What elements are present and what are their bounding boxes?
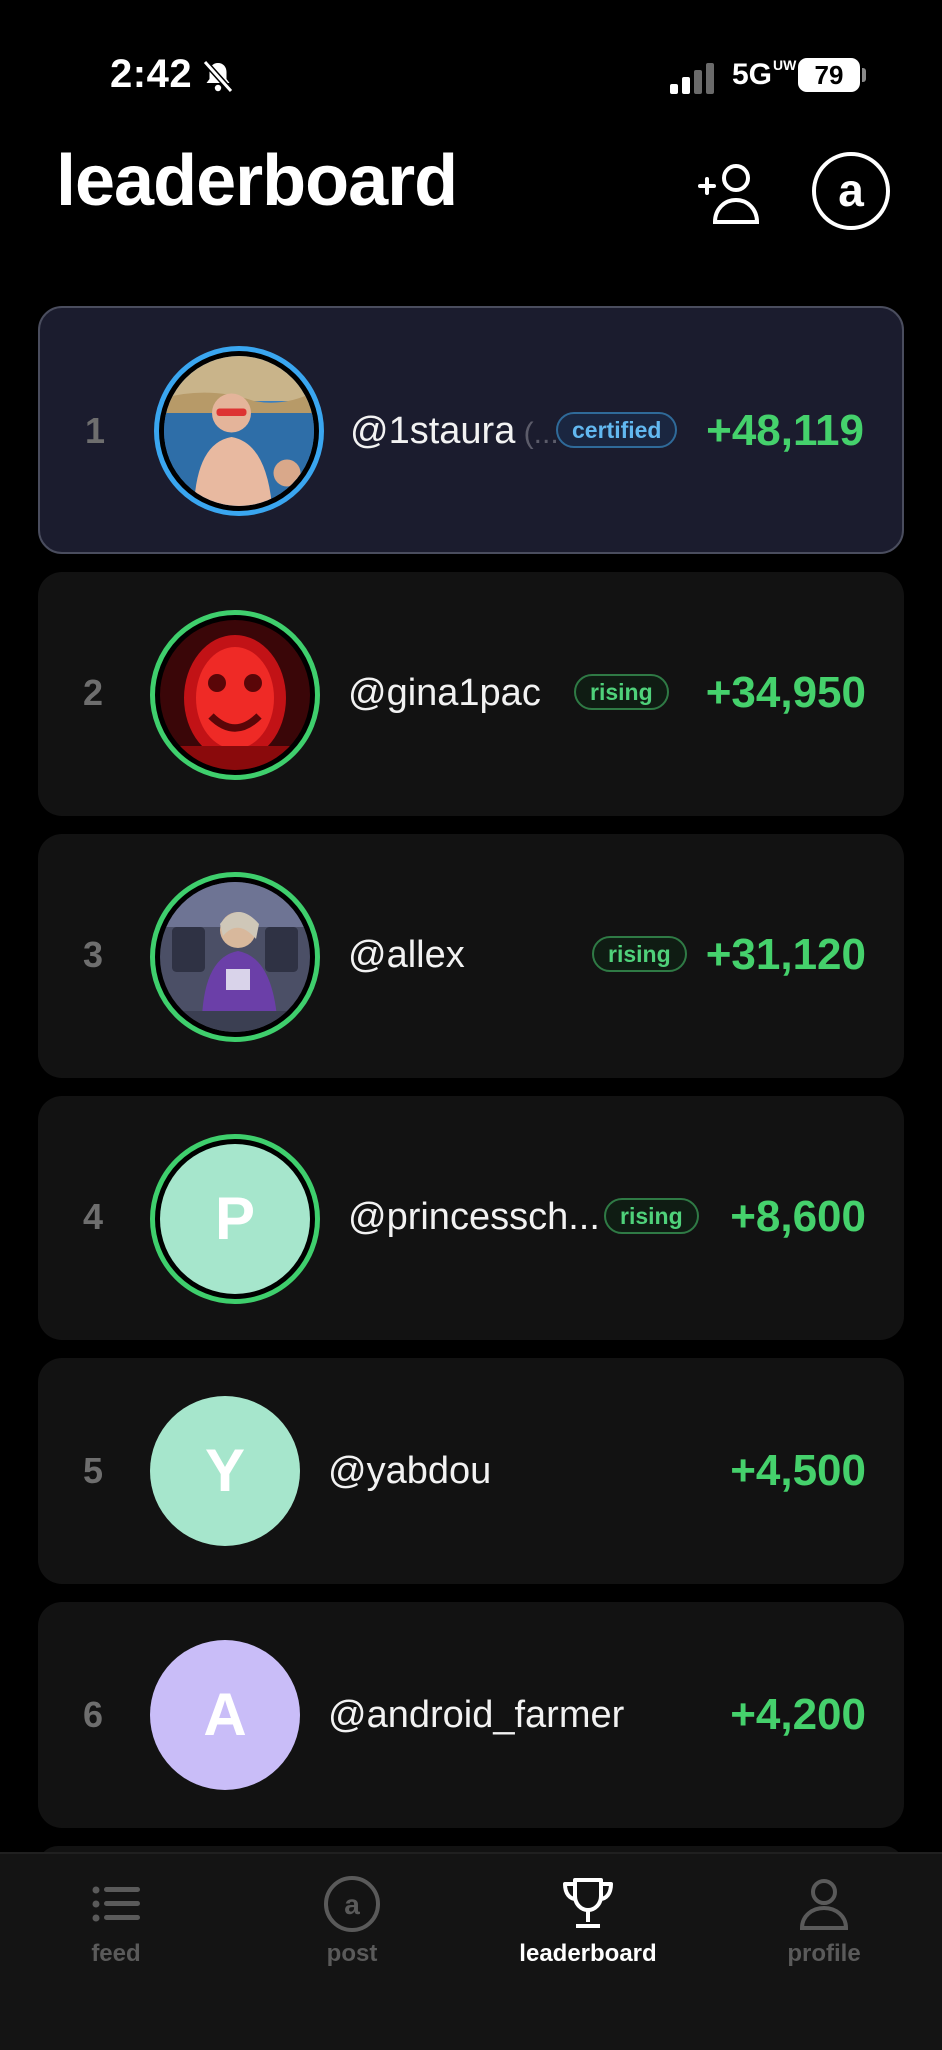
score-value: +48,119 [706,406,864,455]
tab-label: leaderboard [519,1940,657,1967]
rank-number: 3 [82,934,104,975]
rank-number: 5 [82,1450,104,1491]
avatar[interactable] [154,346,324,516]
score-value: +31,120 [705,930,866,979]
tab-label: profile [787,1940,861,1967]
avatar-initial: Y [204,1437,246,1504]
list-icon [92,1886,140,1922]
svg-text:a: a [344,1889,360,1920]
score-value: +34,950 [705,668,866,717]
tab-leaderboard[interactable]: leaderboard [488,1874,688,1968]
avatar-photo [164,356,314,506]
tab-label: feed [91,1940,141,1967]
score-value: +8,600 [730,1192,866,1241]
leaderboard-row[interactable]: 1 @1staura (... certified +48,119 [38,306,904,554]
avatar-initial-circle: P [160,1144,310,1294]
tab-feed[interactable]: feed [16,1874,216,1968]
username[interactable]: @allex [348,934,465,977]
bottom-tab-bar: feed a post leaderboard profile [0,1852,942,2050]
rank-number: 4 [82,1196,104,1237]
leaderboard-row[interactable]: 6 A @android_farmer +4,200 [38,1602,904,1828]
tab-post[interactable]: a post [252,1874,452,1968]
status-badge-rising: rising [574,674,669,710]
trophy-icon [563,1878,613,1928]
avatar[interactable] [150,872,320,1042]
rank-number: 2 [82,672,104,713]
account-button[interactable]: a [812,152,890,230]
status-bar: 2:42 5GUW 79 [0,0,942,150]
network-label: 5GUW [732,57,797,91]
username[interactable]: @android_farmer [328,1694,624,1737]
avatar[interactable] [150,610,320,780]
leaderboard-row[interactable]: 5 Y @yabdou +4,500 [38,1358,904,1584]
leaderboard-row[interactable]: 2 @gina1pac rising +34,950 [38,572,904,816]
status-badge-certified: certified [556,412,678,448]
avatar[interactable]: P [150,1134,320,1304]
status-badge-rising: rising [592,936,687,972]
add-friend-button[interactable] [696,158,766,228]
battery-indicator: 79 [798,58,860,92]
person-icon [799,1879,849,1930]
leaderboard-row[interactable]: 3 @allex rising +31,120 [38,834,904,1078]
status-time: 2:42 [110,52,193,96]
username[interactable]: @yabdou [328,1450,491,1493]
signal-icon [670,63,714,94]
battery-nub [862,68,866,82]
post-icon: a [324,1876,380,1932]
username[interactable]: @gina1pac [348,672,541,715]
avatar-initial: P [214,1185,256,1252]
rank-number: 1 [84,410,106,451]
avatar-photo [160,620,310,770]
rank-number: 6 [82,1694,104,1735]
tab-profile[interactable]: profile [724,1874,924,1968]
tab-label: post [326,1940,378,1967]
username[interactable]: @1staura (... [350,410,559,453]
score-value: +4,500 [730,1446,866,1495]
avatar[interactable]: Y [150,1396,300,1546]
avatar-photo [160,882,310,1032]
status-badge-rising: rising [604,1198,699,1234]
bell-off-icon [202,59,234,94]
leaderboard-row[interactable]: 4 P @princessch... rising +8,600 [38,1096,904,1340]
page-title: leaderboard [56,141,458,221]
score-value: +4,200 [730,1690,866,1739]
username[interactable]: @princessch... [348,1196,600,1239]
avatar-initial: A [203,1681,247,1748]
avatar[interactable]: A [150,1640,300,1790]
